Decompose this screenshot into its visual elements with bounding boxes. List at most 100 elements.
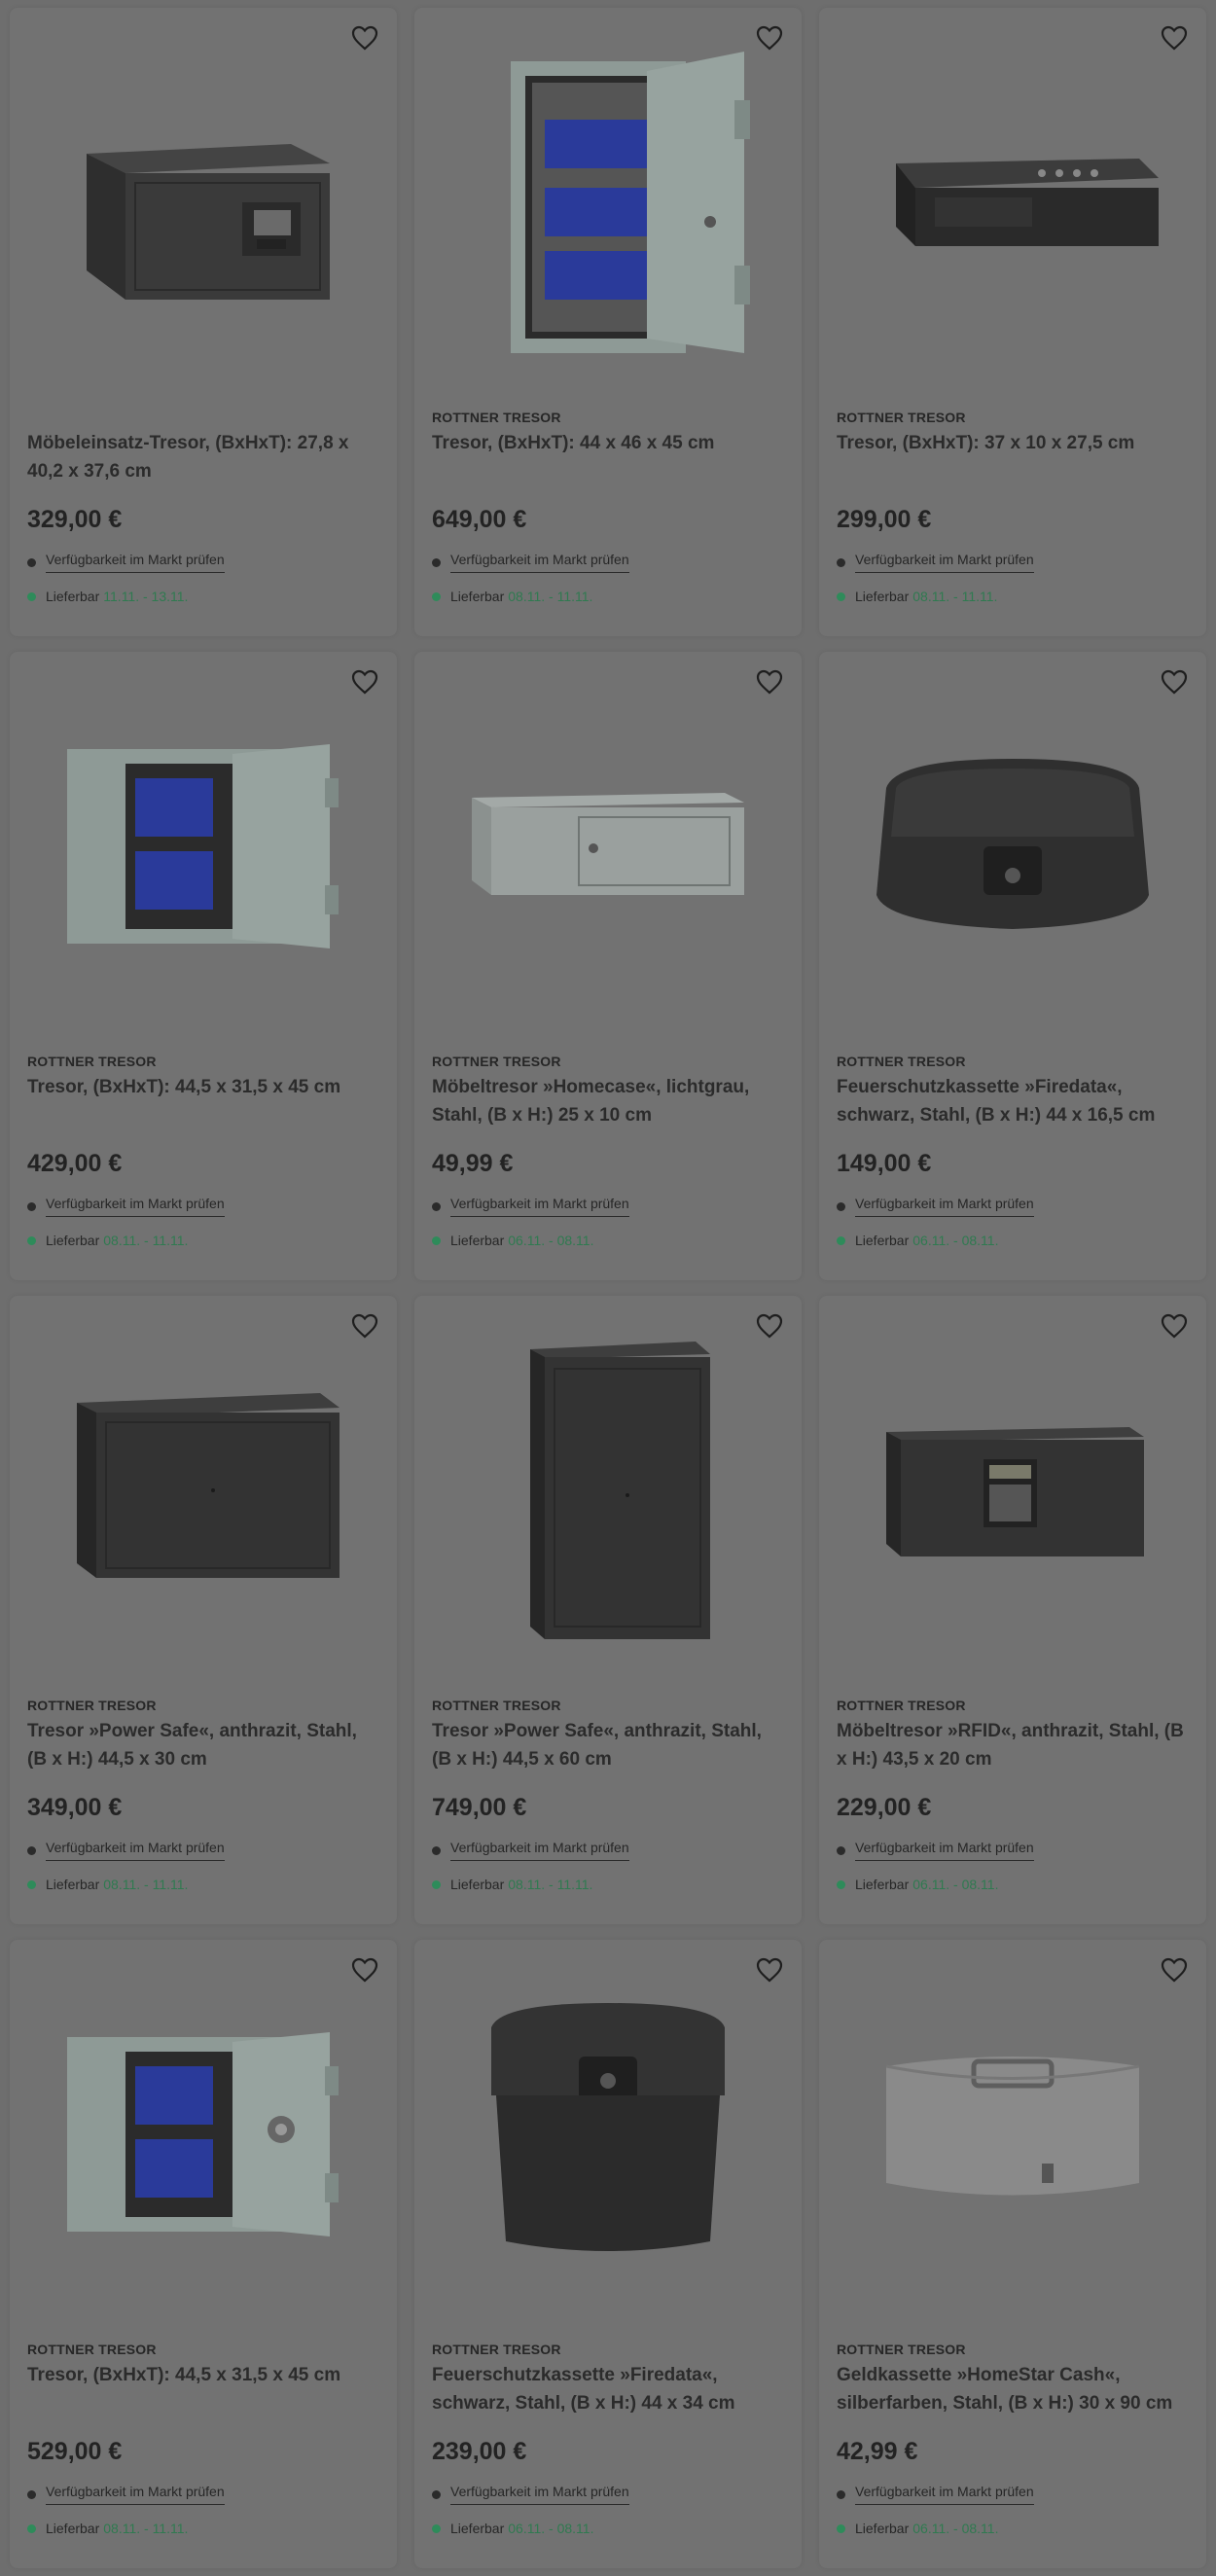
check-availability-link[interactable]: Verfügbarkeit im Markt prüfen: [450, 1840, 629, 1861]
product-price: 299,00 €: [837, 506, 932, 533]
check-availability-link[interactable]: Verfügbarkeit im Markt prüfen: [855, 1840, 1034, 1861]
product-price: 349,00 €: [27, 1794, 123, 1821]
product-price: 329,00 €: [27, 506, 123, 533]
product-image[interactable]: [414, 652, 802, 1041]
delivery-row: Lieferbar 06.11. - 08.11.: [432, 1233, 593, 1248]
check-availability-link[interactable]: Verfügbarkeit im Markt prüfen: [46, 2484, 225, 2505]
product-title[interactable]: Möbeleinsatz-Tresor, (BxHxT): 27,8 x 40,…: [27, 429, 376, 485]
delivery-date: 06.11. - 08.11.: [912, 1877, 999, 1892]
product-title[interactable]: Tresor »Power Safe«, anthrazit, Stahl, (…: [432, 1717, 780, 1773]
product-brand: ROTTNER TRESOR: [837, 1054, 966, 1069]
availability-row: Verfügbarkeit im Markt prüfen: [432, 1840, 629, 1861]
product-title[interactable]: Möbeltresor »RFID«, anthrazit, Stahl, (B…: [837, 1717, 1185, 1773]
product-title[interactable]: Geldkassette »HomeStar Cash«, silberfarb…: [837, 2361, 1185, 2417]
product-brand: ROTTNER TRESOR: [27, 1698, 157, 1713]
product-price: 649,00 €: [432, 506, 527, 533]
check-availability-link[interactable]: Verfügbarkeit im Markt prüfen: [46, 1196, 225, 1217]
product-image[interactable]: [414, 1940, 802, 2329]
product-card[interactable]: ROTTNER TRESOR Geldkassette »HomeStar Ca…: [819, 1940, 1206, 2568]
status-dot-icon: [837, 1235, 845, 1245]
product-image[interactable]: [10, 652, 397, 1041]
product-card[interactable]: ROTTNER TRESOR Tresor »Power Safe«, anth…: [10, 1296, 397, 1924]
check-availability-link[interactable]: Verfügbarkeit im Markt prüfen: [450, 552, 629, 573]
status-dot-icon: [432, 1235, 441, 1245]
delivery-label: Lieferbar: [855, 1233, 910, 1248]
product-image[interactable]: [414, 1296, 802, 1685]
delivery-date: 08.11. - 11.11.: [508, 1877, 593, 1892]
bullet-icon: [837, 1845, 845, 1855]
product-price: 49,99 €: [432, 1150, 514, 1177]
bullet-icon: [432, 557, 441, 567]
product-image[interactable]: [819, 1940, 1206, 2329]
product-brand: ROTTNER TRESOR: [27, 1054, 157, 1069]
product-title[interactable]: Feuerschutzkassette »Firedata«, schwarz,…: [432, 2361, 780, 2417]
availability-row: Verfügbarkeit im Markt prüfen: [432, 2484, 629, 2505]
status-dot-icon: [27, 591, 36, 601]
product-card[interactable]: ROTTNER TRESOR Tresor, (BxHxT): 44 x 46 …: [414, 8, 802, 636]
delivery-date: 06.11. - 08.11.: [508, 2521, 594, 2536]
bullet-icon: [432, 1845, 441, 1855]
bullet-icon: [432, 1201, 441, 1211]
status-dot-icon: [27, 1879, 36, 1889]
product-image[interactable]: [819, 1296, 1206, 1685]
check-availability-link[interactable]: Verfügbarkeit im Markt prüfen: [855, 1196, 1034, 1217]
delivery-label: Lieferbar: [46, 2521, 100, 2536]
product-card[interactable]: ROTTNER TRESOR Tresor »Power Safe«, anth…: [414, 1296, 802, 1924]
check-availability-link[interactable]: Verfügbarkeit im Markt prüfen: [46, 552, 225, 573]
check-availability-link[interactable]: Verfügbarkeit im Markt prüfen: [855, 2484, 1034, 2505]
product-title[interactable]: Tresor »Power Safe«, anthrazit, Stahl, (…: [27, 1717, 376, 1773]
product-price: 429,00 €: [27, 1150, 123, 1177]
product-card[interactable]: ROTTNER TRESOR Feuerschutzkassette »Fire…: [414, 1940, 802, 2568]
delivery-date: 08.11. - 11.11.: [103, 2521, 189, 2536]
product-price: 42,99 €: [837, 2438, 918, 2465]
product-card[interactable]: ROTTNER TRESOR Tresor, (BxHxT): 37 x 10 …: [819, 8, 1206, 636]
product-card[interactable]: ROTTNER TRESOR Tresor, (BxHxT): 44,5 x 3…: [10, 1940, 397, 2568]
product-brand: ROTTNER TRESOR: [432, 2342, 561, 2357]
availability-row: Verfügbarkeit im Markt prüfen: [837, 552, 1034, 573]
product-image[interactable]: [819, 8, 1206, 397]
delivery-row: Lieferbar 08.11. - 11.11.: [27, 1877, 188, 1892]
delivery-row: Lieferbar 06.11. - 08.11.: [837, 1877, 998, 1892]
product-brand: ROTTNER TRESOR: [432, 410, 561, 425]
product-image[interactable]: [10, 1296, 397, 1685]
delivery-label: Lieferbar: [450, 1233, 505, 1248]
product-title[interactable]: Tresor, (BxHxT): 44 x 46 x 45 cm: [432, 429, 780, 457]
delivery-label: Lieferbar: [450, 2521, 505, 2536]
product-title[interactable]: Tresor, (BxHxT): 44,5 x 31,5 x 45 cm: [27, 1073, 376, 1101]
product-brand: ROTTNER TRESOR: [432, 1054, 561, 1069]
delivery-date: 08.11. - 11.11.: [912, 589, 998, 604]
product-image[interactable]: [10, 8, 397, 397]
product-title[interactable]: Feuerschutzkassette »Firedata«, schwarz,…: [837, 1073, 1185, 1129]
product-image[interactable]: [414, 8, 802, 397]
check-availability-link[interactable]: Verfügbarkeit im Markt prüfen: [855, 552, 1034, 573]
check-availability-link[interactable]: Verfügbarkeit im Markt prüfen: [46, 1840, 225, 1861]
availability-row: Verfügbarkeit im Markt prüfen: [837, 2484, 1034, 2505]
delivery-row: Lieferbar 08.11. - 11.11.: [837, 589, 997, 604]
status-dot-icon: [837, 1879, 845, 1889]
product-image[interactable]: [10, 1940, 397, 2329]
product-title[interactable]: Tresor, (BxHxT): 44,5 x 31,5 x 45 cm: [27, 2361, 376, 2389]
product-title[interactable]: Tresor, (BxHxT): 37 x 10 x 27,5 cm: [837, 429, 1185, 457]
product-card[interactable]: ROTTNER TRESOR Möbeltresor »Homecase«, l…: [414, 652, 802, 1280]
status-dot-icon: [432, 1879, 441, 1889]
availability-row: Verfügbarkeit im Markt prüfen: [27, 2484, 225, 2505]
product-price: 229,00 €: [837, 1794, 932, 1821]
product-card[interactable]: ROTTNER TRESOR Feuerschutzkassette »Fire…: [819, 652, 1206, 1280]
product-brand: ROTTNER TRESOR: [27, 2342, 157, 2357]
product-price: 749,00 €: [432, 1794, 527, 1821]
bullet-icon: [27, 1201, 36, 1211]
bullet-icon: [27, 2489, 36, 2499]
delivery-row: Lieferbar 08.11. - 11.11.: [432, 1877, 592, 1892]
product-card[interactable]: ROTTNER TRESOR Tresor, (BxHxT): 44,5 x 3…: [10, 652, 397, 1280]
check-availability-link[interactable]: Verfügbarkeit im Markt prüfen: [450, 1196, 629, 1217]
product-card[interactable]: Möbeleinsatz-Tresor, (BxHxT): 27,8 x 40,…: [10, 8, 397, 636]
status-dot-icon: [27, 1235, 36, 1245]
delivery-date: 11.11. - 13.11.: [103, 589, 189, 604]
check-availability-link[interactable]: Verfügbarkeit im Markt prüfen: [450, 2484, 629, 2505]
availability-row: Verfügbarkeit im Markt prüfen: [27, 1196, 225, 1217]
product-card[interactable]: ROTTNER TRESOR Möbeltresor »RFID«, anthr…: [819, 1296, 1206, 1924]
delivery-date: 08.11. - 11.11.: [103, 1233, 189, 1248]
status-dot-icon: [27, 2523, 36, 2533]
product-title[interactable]: Möbeltresor »Homecase«, lichtgrau, Stahl…: [432, 1073, 780, 1129]
product-image[interactable]: [819, 652, 1206, 1041]
